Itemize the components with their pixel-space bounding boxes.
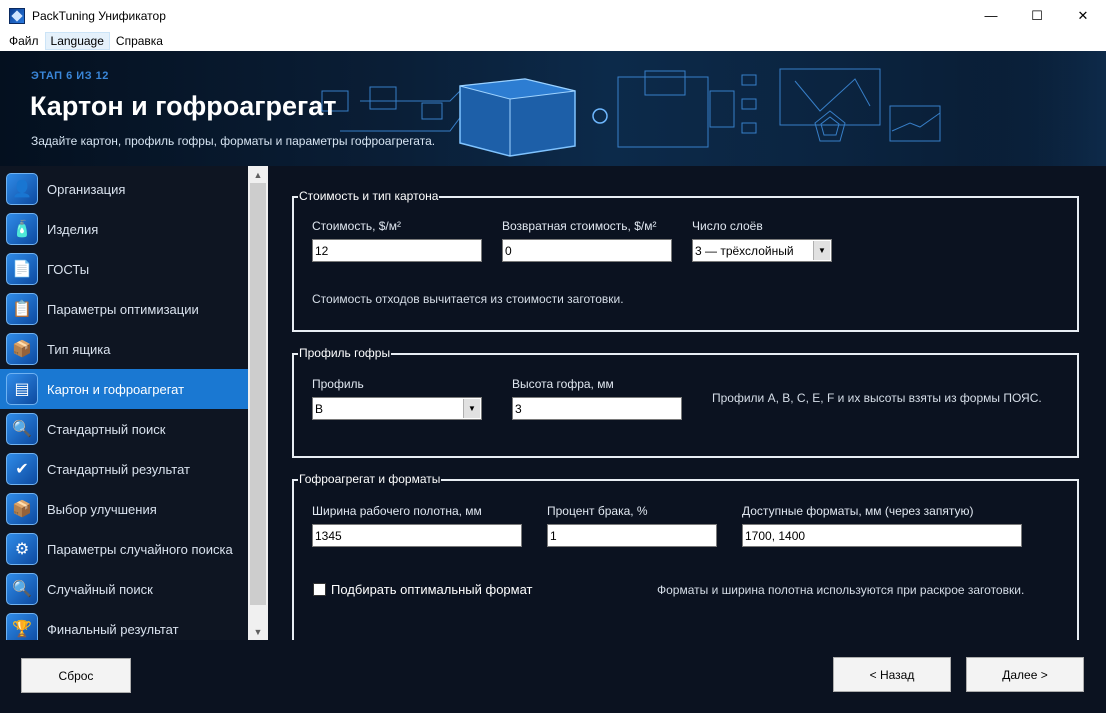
defect-input[interactable] <box>547 524 717 547</box>
sidebar-item-label: Выбор улучшения <box>47 501 157 517</box>
profile-select-value: B <box>315 402 324 416</box>
scroll-thumb[interactable] <box>250 183 266 605</box>
window-controls: — ☐ ✕ <box>968 0 1106 31</box>
layers-select-value: 3 — трёхслойный <box>695 244 794 258</box>
bottom-bar: Сброс < Назад Далее > <box>0 640 1106 713</box>
menu-file[interactable]: Файл <box>3 32 45 50</box>
sidebar-item-label: Изделия <box>47 221 99 237</box>
width-input[interactable] <box>312 524 522 547</box>
return-cost-label: Возвратная стоимость, $/м² <box>502 219 657 233</box>
standard-result-icon: ✔ <box>6 453 38 485</box>
scroll-up-icon[interactable]: ▲ <box>248 166 268 183</box>
sidebar-item-label: Организация <box>47 181 126 197</box>
chevron-down-icon: ▼ <box>813 241 830 260</box>
layers-label: Число слоёв <box>692 219 763 233</box>
height-input[interactable] <box>512 397 682 420</box>
page-title: Картон и гофроагрегат <box>30 91 337 121</box>
box-type-icon: 📦 <box>6 333 38 365</box>
header-banner: ЭТАП 6 ИЗ 12 Картон и гофроагрегат Задай… <box>0 51 1106 166</box>
height-label: Высота гофра, мм <box>512 377 614 391</box>
sidebar-item-improvement[interactable]: 📦 Выбор улучшения <box>0 489 248 529</box>
sidebar-item-label: ГОСТы <box>47 261 90 277</box>
profile-note: Профили A, B, C, E, F и их высоты взяты … <box>712 391 1042 405</box>
sidebar-item-organization[interactable]: 👤 Организация <box>0 169 248 209</box>
profile-select[interactable]: B ▼ <box>312 397 482 420</box>
cardboard-icon: ▤ <box>6 373 38 405</box>
close-button[interactable]: ✕ <box>1060 0 1106 31</box>
sidebar-item-random-search[interactable]: 🔍 Случайный поиск <box>0 569 248 609</box>
sidebar-item-standard-search[interactable]: 🔍 Стандартный поиск <box>0 409 248 449</box>
sidebar-item-label: Стандартный результат <box>47 461 190 477</box>
random-search-icon: 🔍 <box>6 573 38 605</box>
layers-select[interactable]: 3 — трёхслойный ▼ <box>692 239 832 262</box>
menu-bar: Файл Language Справка <box>0 31 1106 51</box>
return-cost-input[interactable] <box>502 239 672 262</box>
groupbox-title: Гофроагрегат и форматы <box>298 472 442 486</box>
steps-sidebar: 👤 Организация 🧴 Изделия 📄 ГОСТы 📋 Параме… <box>0 166 268 645</box>
main-content: Стоимость и тип картона Стоимость, $/м² … <box>268 166 1106 640</box>
reset-button[interactable]: Сброс <box>21 658 131 693</box>
sidebar-item-random-params[interactable]: ⚙ Параметры случайного поиска <box>0 529 248 569</box>
menu-help[interactable]: Справка <box>110 32 169 50</box>
gost-icon: 📄 <box>6 253 38 285</box>
sidebar-item-label: Картон и гофроагрегат <box>47 381 185 397</box>
app-icon <box>9 7 25 24</box>
sidebar-item-gost[interactable]: 📄 ГОСТы <box>0 249 248 289</box>
sidebar-item-box-type[interactable]: 📦 Тип ящика <box>0 329 248 369</box>
window-title: PackTuning Унификатор <box>32 8 166 23</box>
corrugator-groupbox: Гофроагрегат и форматы Ширина рабочего п… <box>292 472 1079 640</box>
sidebar-item-products[interactable]: 🧴 Изделия <box>0 209 248 249</box>
products-icon: 🧴 <box>6 213 38 245</box>
cost-note: Стоимость отходов вычитается из стоимост… <box>312 292 624 306</box>
sidebar-item-optimization-params[interactable]: 📋 Параметры оптимизации <box>0 289 248 329</box>
groupbox-title: Профиль гофры <box>298 346 392 360</box>
optimization-params-icon: 📋 <box>6 293 38 325</box>
groupbox-title: Стоимость и тип картона <box>298 189 440 203</box>
cost-label: Стоимость, $/м² <box>312 219 401 233</box>
cost-input[interactable] <box>312 239 482 262</box>
banner-illustration <box>321 51 1106 166</box>
organization-icon: 👤 <box>6 173 38 205</box>
page-subtitle: Задайте картон, профиль гофры, форматы и… <box>31 134 436 148</box>
random-params-icon: ⚙ <box>6 533 38 565</box>
standard-search-icon: 🔍 <box>6 413 38 445</box>
title-bar: PackTuning Унификатор — ☐ ✕ <box>0 0 1106 31</box>
sidebar-item-label: Финальный результат <box>47 621 179 637</box>
cost-groupbox: Стоимость и тип картона Стоимость, $/м² … <box>292 189 1079 332</box>
menu-language[interactable]: Language <box>44 32 110 50</box>
optimal-format-checkbox[interactable] <box>313 583 326 596</box>
sidebar-item-label: Тип ящика <box>47 341 111 357</box>
sidebar-item-label: Параметры оптимизации <box>47 301 199 317</box>
sidebar-item-label: Стандартный поиск <box>47 421 166 437</box>
sidebar-item-label: Параметры случайного поиска <box>47 541 233 557</box>
back-button[interactable]: < Назад <box>833 657 951 692</box>
chevron-down-icon: ▼ <box>463 399 480 418</box>
defect-label: Процент брака, % <box>547 504 648 518</box>
next-button[interactable]: Далее > <box>966 657 1084 692</box>
sidebar-item-cardboard[interactable]: ▤ Картон и гофроагрегат <box>0 369 248 409</box>
profile-label: Профиль <box>312 377 364 391</box>
minimize-button[interactable]: — <box>968 0 1014 31</box>
corrugator-note: Форматы и ширина полотна используются пр… <box>657 583 1025 597</box>
scroll-down-icon[interactable]: ▼ <box>248 623 268 640</box>
maximize-button[interactable]: ☐ <box>1014 0 1060 31</box>
sidebar-item-standard-result[interactable]: ✔ Стандартный результат <box>0 449 248 489</box>
profile-groupbox: Профиль гофры Профиль B ▼ Высота гофра, … <box>292 346 1079 458</box>
optimal-format-label[interactable]: Подбирать оптимальный формат <box>331 582 533 597</box>
step-indicator: ЭТАП 6 ИЗ 12 <box>31 70 109 82</box>
formats-label: Доступные форматы, мм (через запятую) <box>742 504 974 518</box>
formats-input[interactable] <box>742 524 1022 547</box>
improvement-icon: 📦 <box>6 493 38 525</box>
sidebar-scrollbar[interactable]: ▲ ▼ <box>248 166 268 640</box>
sidebar-item-label: Случайный поиск <box>47 581 153 597</box>
width-label: Ширина рабочего полотна, мм <box>312 504 482 518</box>
